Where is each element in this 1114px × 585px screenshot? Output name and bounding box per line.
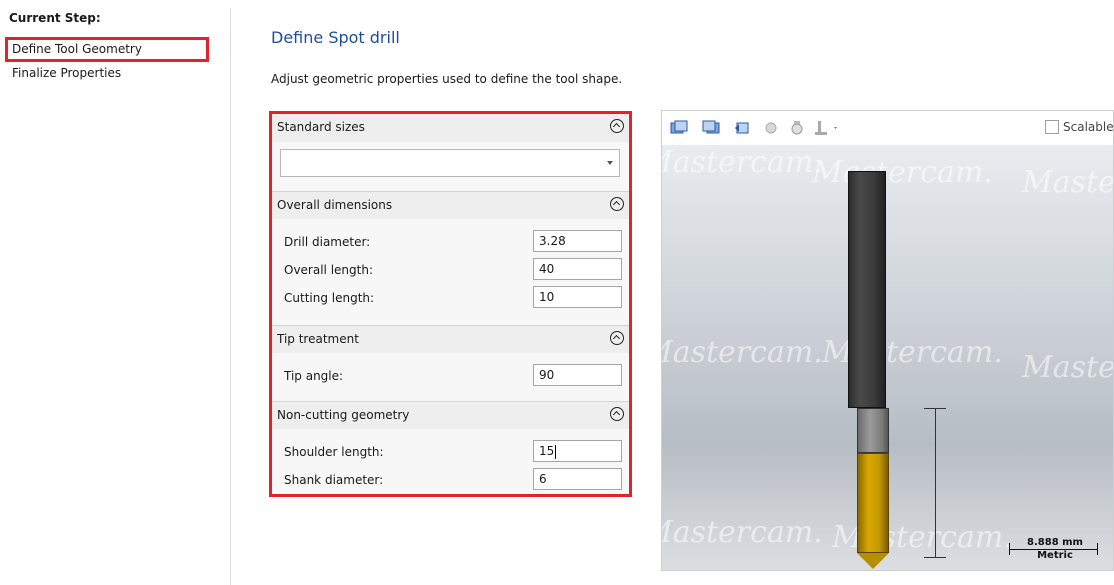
scalable-toggle[interactable]: Scalable [1045,119,1114,134]
text-caret [555,444,557,459]
non-cutting-geometry-label: Non-cutting geometry [277,408,410,422]
tool-shank [848,171,886,408]
standard-sizes-header[interactable]: Standard sizes [272,114,629,142]
shank-diameter-field[interactable]: 6 [533,468,622,490]
tip-treatment-header[interactable]: Tip treatment [272,325,629,353]
rotate-icon[interactable] [733,120,751,136]
tool-neck [857,408,889,453]
collapse-icon[interactable] [610,407,624,421]
collapse-icon[interactable] [610,331,624,345]
sidebar-divider [230,8,231,585]
chevron-down-icon[interactable] [607,161,613,165]
scale-unit: Metric [1037,550,1073,561]
view-right-icon[interactable] [702,120,720,136]
watermark-text: Mastercam. [1022,350,1114,385]
scalable-checkbox[interactable] [1045,119,1059,134]
dimension-line [935,408,936,558]
watermark-text: Mastercam. [662,515,823,550]
tool-holder-icon[interactable] [814,120,840,136]
tip-angle-label: Tip angle: [284,369,344,383]
shoulder-length-field[interactable]: 15 [533,440,622,462]
shoulder-length-value: 15 [539,444,555,458]
watermark-text: Mastercam. [1022,165,1114,200]
standard-sizes-dropdown[interactable] [280,149,620,177]
scale-indicator: 8.888 mm Metric [1007,537,1113,567]
overall-length-field[interactable]: 40 [533,258,622,280]
tool-preview: Scalable Mastercam. Mastercam. Mastercam… [661,110,1114,571]
tip-angle-field[interactable]: 90 [533,364,622,386]
non-cutting-geometry-header[interactable]: Non-cutting geometry [272,401,629,429]
overall-length-label: Overall length: [284,263,373,277]
step-define-tool-geometry[interactable]: Define Tool Geometry [12,42,142,56]
collapse-icon[interactable] [610,197,624,211]
fit-view-icon[interactable] [788,120,806,136]
tool-3d-viewport[interactable]: Mastercam. Mastercam. Mastercam. Masterc… [662,145,1114,570]
scale-tick-left [1009,543,1010,555]
preview-toolbar: Scalable [662,111,1114,146]
view-left-icon[interactable] [670,120,688,136]
shank-diameter-label: Shank diameter: [284,473,384,487]
tool-tip [857,553,889,569]
scale-tick-right [1097,543,1098,555]
watermark-text: Mastercam. [812,155,993,190]
tip-treatment-label: Tip treatment [277,332,359,346]
watermark-text: Mastercam. [662,145,823,180]
drill-diameter-field[interactable]: 3.28 [533,230,622,252]
overall-dimensions-header[interactable]: Overall dimensions [272,191,629,219]
dimension-tick-bottom [924,557,946,558]
scalable-label: Scalable [1063,119,1114,134]
tool-flute [857,453,889,553]
drill-diameter-label: Drill diameter: [284,235,371,249]
geometry-panel: Standard sizes Overall dimensions Drill … [269,111,632,497]
cutting-length-field[interactable]: 10 [533,286,622,308]
cutting-length-label: Cutting length: [284,291,375,305]
step-finalize-properties[interactable]: Finalize Properties [12,66,121,80]
iso-view-icon[interactable] [762,120,780,136]
page-description: Adjust geometric properties used to defi… [271,72,623,86]
current-step-header: Current Step: [9,11,101,25]
overall-dimensions-label: Overall dimensions [277,198,393,212]
watermark-text: Mastercam. [662,335,823,370]
scale-value: 8.888 mm [1027,537,1083,548]
standard-sizes-label: Standard sizes [277,120,365,134]
step-sidebar: Current Step: Define Tool Geometry Final… [0,0,228,585]
shoulder-length-label: Shoulder length: [284,445,384,459]
page-title: Define Spot drill [271,28,400,47]
collapse-icon[interactable] [610,119,624,133]
